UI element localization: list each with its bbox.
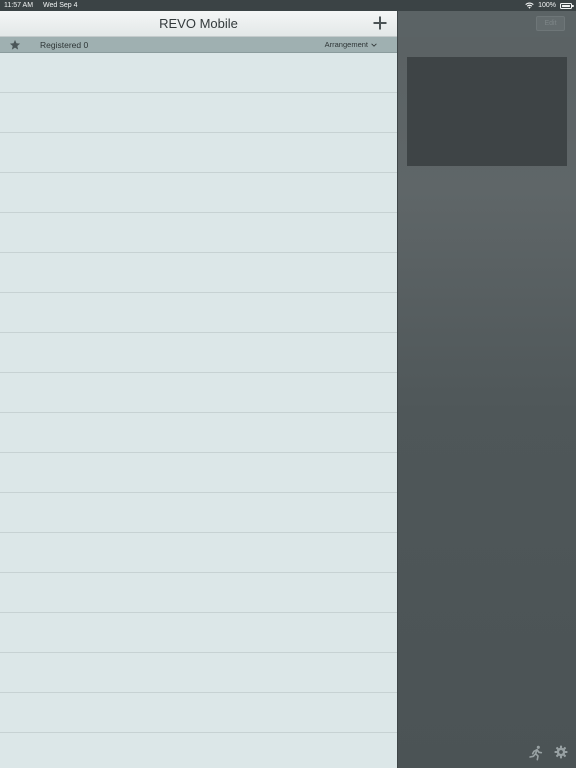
edit-button[interactable]: Edit (536, 16, 565, 31)
gear-icon[interactable] (554, 745, 568, 759)
status-left: 11:57 AM Wed Sep 4 (4, 0, 86, 11)
star-icon[interactable] (9, 39, 21, 51)
battery-icon (560, 2, 574, 9)
detail-toolbar: Edit (398, 11, 576, 37)
status-bar: 11:57 AM Wed Sep 4 100% (0, 0, 576, 11)
app-title: REVO Mobile (159, 16, 238, 31)
registered-list[interactable] (0, 54, 397, 768)
master-panel: REVO Mobile Registered 0 Arrangement (0, 11, 397, 768)
navigation-bar: REVO Mobile (0, 11, 397, 37)
filter-bar: Registered 0 Arrangement (0, 37, 397, 53)
running-man-icon[interactable] (528, 745, 544, 761)
wifi-icon (525, 2, 534, 9)
registered-count: Registered 0 (40, 40, 89, 50)
plus-icon[interactable] (372, 15, 388, 31)
arrangement-sort-button[interactable]: Arrangement (325, 37, 377, 53)
sort-label: Arrangement (324, 40, 368, 49)
status-right: 100% (525, 0, 574, 11)
status-time: 11:57 AM (4, 2, 34, 9)
detail-panel: Edit (397, 11, 576, 768)
chevron-down-icon (371, 43, 377, 47)
battery-percent: 100% (538, 2, 556, 9)
preview-area (407, 57, 567, 166)
status-date: Wed Sep 4 (43, 2, 78, 9)
